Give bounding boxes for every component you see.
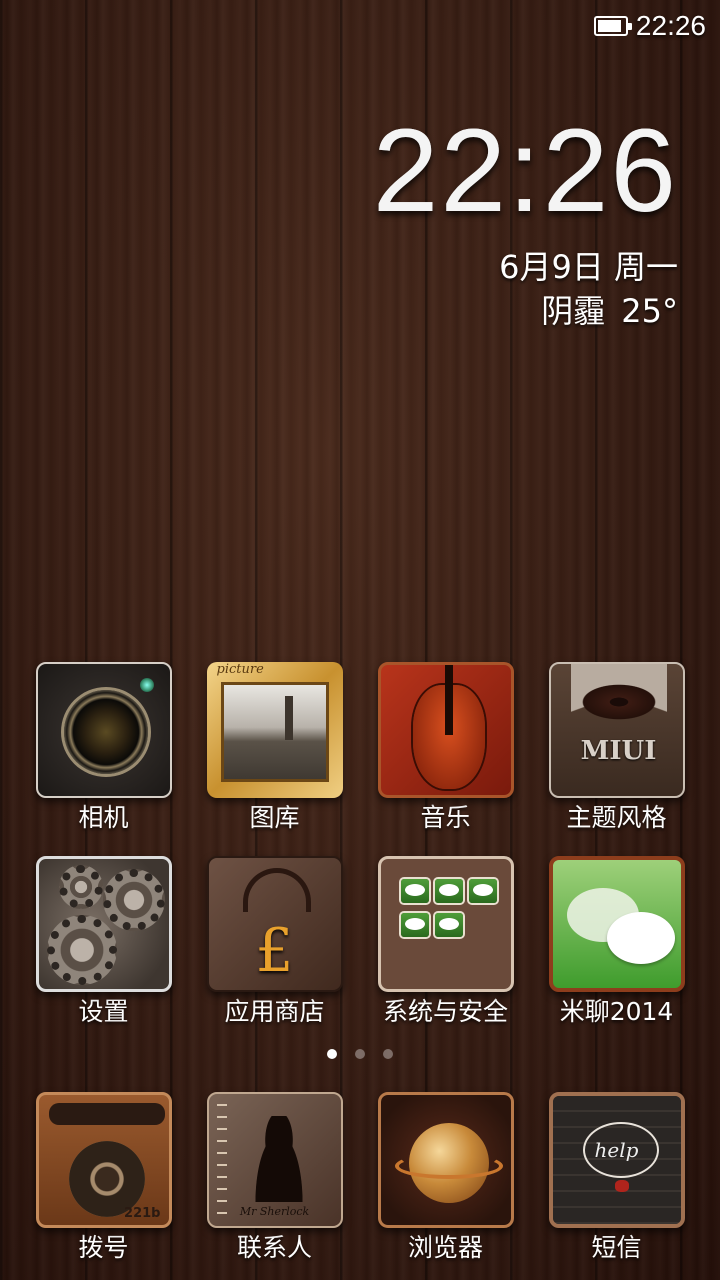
- app-label-gallery: 图库: [249, 803, 300, 832]
- browser-icon[interactable]: [377, 1092, 514, 1228]
- app-label-sms: 短信: [591, 1233, 642, 1262]
- weather-temperature: 25°: [621, 292, 678, 330]
- store-pound-symbol: £: [255, 916, 294, 986]
- app-dialer[interactable]: 221b 拨号: [18, 1092, 189, 1264]
- page-dot-2[interactable]: [355, 1049, 365, 1059]
- clock-date: 6月9日 周一: [499, 248, 678, 286]
- app-label-music: 音乐: [420, 803, 471, 832]
- camera-icon[interactable]: [35, 662, 172, 798]
- app-settings[interactable]: 设置: [18, 856, 189, 1028]
- music-icon[interactable]: [377, 662, 514, 798]
- app-browser[interactable]: 浏览器: [360, 1092, 531, 1264]
- app-label-camera: 相机: [78, 803, 129, 832]
- gallery-picture-text: picture: [216, 662, 264, 677]
- app-security[interactable]: 系统与安全: [360, 856, 531, 1028]
- app-camera[interactable]: 相机: [18, 662, 189, 834]
- app-store-icon[interactable]: £: [206, 856, 343, 992]
- app-label-store: 应用商店: [224, 997, 325, 1026]
- contacts-signature: Mr Sherlock: [239, 1205, 310, 1218]
- status-time: 22:26: [635, 10, 706, 41]
- app-music[interactable]: 音乐: [360, 662, 531, 834]
- weather-condition: 阴霾: [541, 292, 606, 330]
- theme-icon[interactable]: MIUI: [548, 662, 685, 798]
- sms-icon[interactable]: help: [548, 1092, 685, 1228]
- status-bar: 22:26: [593, 10, 706, 42]
- app-label-theme: 主题风格: [566, 803, 667, 832]
- theme-miui-text: MIUI: [580, 736, 657, 766]
- page-dot-1[interactable]: [327, 1049, 337, 1059]
- clock-weather: 阴霾 25°: [373, 292, 678, 330]
- sms-help-text: help: [594, 1138, 639, 1162]
- app-label-browser: 浏览器: [407, 1233, 483, 1262]
- app-store[interactable]: £ 应用商店: [189, 856, 360, 1028]
- app-theme[interactable]: MIUI 主题风格: [531, 662, 702, 834]
- gallery-icon[interactable]: picture: [206, 662, 343, 798]
- app-sms[interactable]: help 短信: [531, 1092, 702, 1264]
- battery-icon: [593, 16, 632, 36]
- dialer-icon[interactable]: 221b: [35, 1092, 172, 1228]
- app-gallery[interactable]: picture 图库: [189, 662, 360, 834]
- app-label-chat: 米聊2014: [559, 997, 674, 1026]
- app-label-contacts: 联系人: [236, 1233, 312, 1262]
- settings-icon[interactable]: [35, 856, 172, 992]
- dock: 221b 拨号 Mr Sherlock 联系人 浏览器 help 短信: [18, 1092, 702, 1264]
- page-indicator[interactable]: [0, 1049, 720, 1059]
- battery-level: [597, 20, 621, 32]
- app-row-1: 相机 picture 图库 音乐 MIUI 主题风格: [18, 662, 702, 834]
- contacts-icon[interactable]: Mr Sherlock: [206, 1092, 343, 1228]
- app-label-settings: 设置: [78, 997, 129, 1026]
- dialer-number: 221b: [124, 1206, 161, 1221]
- security-icon[interactable]: [377, 856, 514, 992]
- app-row-2: 设置 £ 应用商店 系统与安全 米聊2014: [18, 856, 702, 1028]
- app-label-security: 系统与安全: [382, 997, 508, 1026]
- app-contacts[interactable]: Mr Sherlock 联系人: [189, 1092, 360, 1264]
- clock-time: 22:26: [372, 105, 678, 237]
- chat-icon[interactable]: [548, 856, 685, 992]
- app-chat[interactable]: 米聊2014: [531, 856, 702, 1028]
- page-dot-3[interactable]: [383, 1049, 393, 1059]
- app-label-dialer: 拨号: [78, 1233, 129, 1262]
- clock-widget[interactable]: 22:26 6月9日 周一 阴霾 25°: [373, 112, 678, 330]
